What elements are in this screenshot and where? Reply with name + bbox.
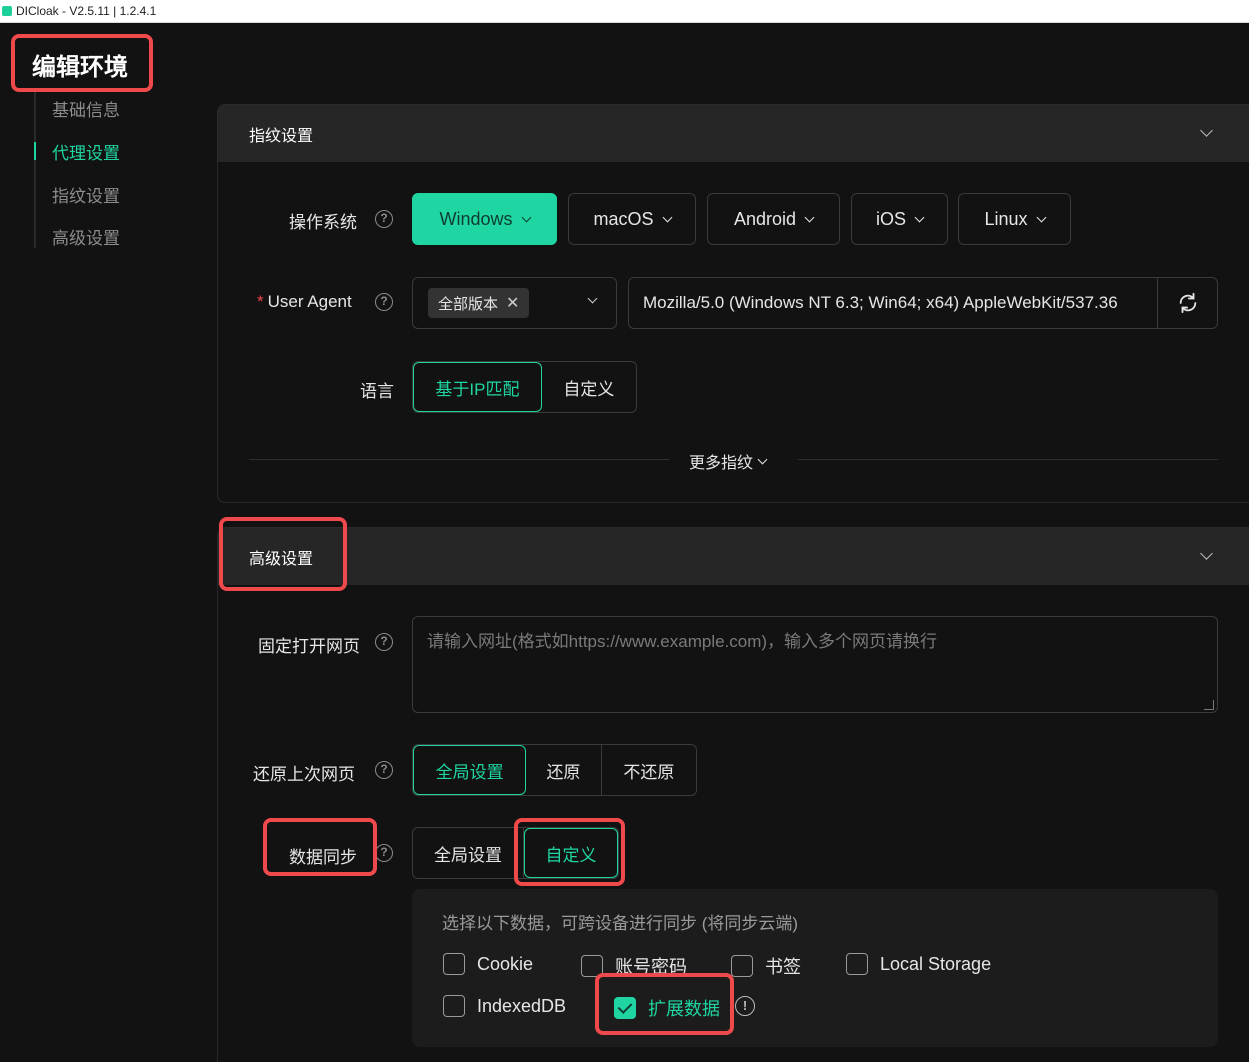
language-option-ip[interactable]: 基于IP匹配 [413, 362, 542, 412]
checkbox[interactable] [443, 953, 465, 975]
user-agent-input[interactable]: Mozilla/5.0 (Windows NT 6.3; Win64; x64)… [628, 277, 1158, 329]
divider [798, 459, 1218, 460]
highlight-sync-custom [514, 818, 625, 886]
chevron-down-icon [914, 212, 925, 222]
highlight-page-title [11, 34, 153, 92]
sync-checkbox-bookmarks[interactable]: 书签 [731, 953, 801, 979]
restore-segmented: 全局设置 还原 不还原 [412, 744, 697, 796]
chevron-down-icon [757, 454, 768, 464]
chevron-down-icon [804, 212, 815, 222]
restore-option-restore[interactable]: 还原 [526, 745, 602, 795]
user-agent-label: * User Agent [257, 292, 352, 312]
exclamation-circle-icon[interactable]: ! [735, 996, 755, 1016]
os-option-label: Linux [984, 208, 1028, 229]
window-titlebar: DICloak - V2.5.11 | 1.2.4.1 [0, 0, 1249, 23]
question-circle-icon[interactable]: ? [375, 761, 393, 779]
os-option-label: macOS [593, 208, 654, 229]
nav-active-indicator [34, 142, 36, 160]
side-nav: 基础信息 代理设置 指纹设置 高级设置 [34, 88, 184, 248]
more-fingerprint-label: 更多指纹 [689, 455, 754, 472]
question-circle-icon[interactable]: ? [375, 210, 393, 228]
ua-version-tag-label: 全部版本 [438, 295, 499, 313]
user-agent-label-text: User Agent [267, 292, 352, 311]
divider [249, 459, 669, 460]
sidebar-item-proxy-settings[interactable]: 代理设置 [52, 139, 120, 164]
os-option-label: Android [733, 208, 797, 229]
sidebar-item-basic-info[interactable]: 基础信息 [52, 96, 120, 121]
refresh-ua-button[interactable] [1157, 277, 1218, 329]
advanced-panel-header[interactable]: 高级设置 [218, 528, 1249, 585]
os-option-linux[interactable]: Linux [958, 193, 1071, 245]
restore-option-global[interactable]: 全局设置 [413, 745, 527, 795]
sync-checkbox-local-storage[interactable]: Local Storage [846, 953, 991, 975]
chevron-down-icon [662, 212, 672, 222]
sync-description: 选择以下数据，可跨设备进行同步 (将同步云端) [442, 914, 799, 933]
sync-checkbox-cookie[interactable]: Cookie [443, 953, 533, 975]
highlight-sync-label [263, 818, 377, 876]
chevron-down-icon[interactable] [1200, 547, 1213, 560]
sync-options-box: 选择以下数据，可跨设备进行同步 (将同步云端) Cookie 账号密码 书签 L… [412, 889, 1218, 1047]
language-label: 语言 [360, 382, 394, 401]
checkbox-label: Cookie [477, 953, 534, 974]
checkbox[interactable] [846, 953, 868, 975]
checkbox[interactable] [731, 955, 753, 977]
ua-version-tag: 全部版本 ✕ [428, 288, 530, 318]
sync-checkbox-indexeddb[interactable]: IndexedDB [443, 995, 566, 1017]
checkbox-label: 书签 [765, 957, 801, 977]
required-mark: * [257, 292, 264, 311]
more-fingerprint-link[interactable]: 更多指纹 [689, 449, 768, 473]
window-title: DICloak - V2.5.11 | 1.2.4.1 [16, 4, 157, 18]
os-option-windows[interactable]: Windows [412, 193, 557, 245]
os-option-macos[interactable]: macOS [568, 193, 696, 245]
ua-version-select[interactable]: 全部版本 ✕ [412, 277, 617, 329]
os-option-android[interactable]: Android [707, 193, 840, 245]
restore-option-no-restore[interactable]: 不还原 [602, 745, 696, 795]
checkbox[interactable] [443, 995, 465, 1017]
fingerprint-panel-header[interactable]: 指纹设置 [218, 105, 1249, 162]
chevron-down-icon[interactable] [1200, 124, 1213, 137]
refresh-icon [1179, 292, 1196, 314]
os-option-ios[interactable]: iOS [851, 193, 948, 245]
language-option-custom[interactable]: 自定义 [542, 362, 636, 412]
chevron-down-icon [587, 293, 598, 304]
question-circle-icon[interactable]: ? [375, 633, 393, 651]
resize-handle-icon[interactable] [1204, 700, 1214, 710]
fixed-page-label: 固定打开网页 [258, 637, 360, 656]
sync-option-global[interactable]: 全局设置 [413, 828, 524, 878]
highlight-extension-data [595, 973, 734, 1035]
chevron-down-icon [1036, 212, 1046, 222]
checkbox-label: Local Storage [880, 953, 992, 974]
os-label: 操作系统 [289, 213, 357, 232]
language-segmented: 基于IP匹配 自定义 [412, 361, 637, 413]
question-circle-icon[interactable]: ? [375, 844, 393, 862]
close-icon[interactable]: ✕ [506, 293, 519, 313]
fingerprint-panel-title: 指纹设置 [249, 127, 314, 145]
checkbox-label: IndexedDB [477, 995, 567, 1016]
question-circle-icon[interactable]: ? [375, 293, 393, 311]
os-option-label: Windows [439, 208, 513, 229]
chevron-down-icon [521, 212, 531, 222]
fixed-page-input[interactable] [412, 616, 1218, 713]
sidebar-item-fingerprint-settings[interactable]: 指纹设置 [52, 182, 120, 207]
highlight-advanced-header [219, 517, 347, 591]
sidebar-item-advanced-settings[interactable]: 高级设置 [52, 224, 120, 249]
os-option-label: iOS [875, 208, 906, 229]
restore-label: 还原上次网页 [253, 765, 355, 784]
app-logo-icon [2, 6, 12, 16]
